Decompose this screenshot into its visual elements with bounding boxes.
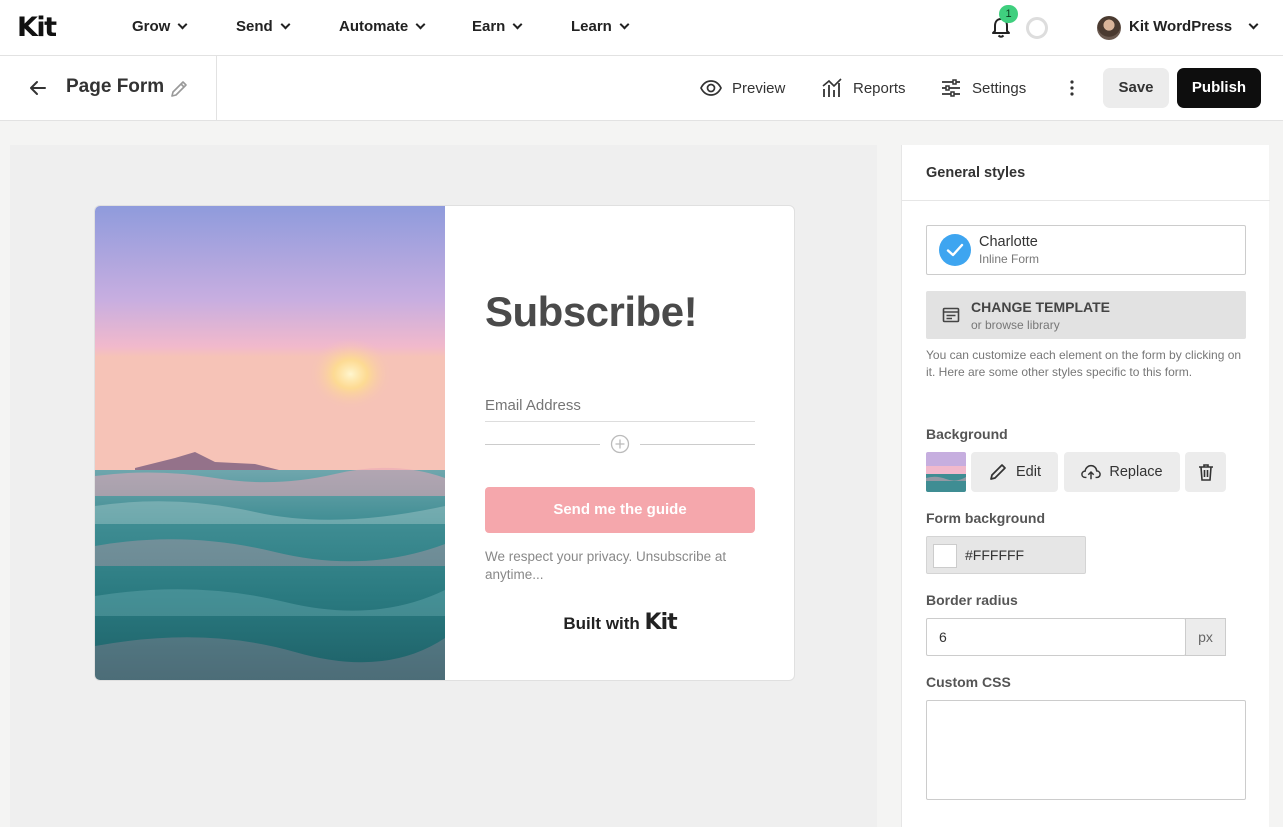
edit-background-button[interactable]: Edit: [971, 452, 1058, 492]
template-type: Inline Form: [979, 252, 1040, 266]
preview-button[interactable]: Preview: [700, 77, 785, 99]
settings-button[interactable]: Settings: [940, 77, 1026, 99]
background-label: Background: [926, 426, 1008, 442]
nav-earn[interactable]: Earn: [472, 18, 523, 35]
chart-icon: [822, 78, 842, 97]
privacy-text[interactable]: We respect your privacy. Unsubscribe at …: [485, 548, 755, 584]
template-name: Charlotte: [979, 234, 1038, 250]
built-with-text: Built with: [563, 614, 640, 633]
subscribe-button[interactable]: Send me the guide: [485, 487, 755, 533]
nav-learn-label: Learn: [571, 18, 612, 35]
arrow-left-icon[interactable]: [28, 78, 48, 98]
color-swatch[interactable]: [933, 544, 957, 568]
kit-logo[interactable]: Kit: [17, 12, 57, 43]
divider: [640, 444, 755, 445]
template-icon: [942, 307, 960, 323]
chevron-down-icon: [177, 19, 188, 30]
divider: [902, 200, 1270, 201]
status-ring-icon: [1026, 17, 1048, 39]
styles-panel: General styles Charlotte Inline Form CHA…: [901, 145, 1270, 827]
form-background-color-field[interactable]: #FFFFFF: [926, 536, 1086, 574]
form-canvas: Subscribe! Send me the guide We respect …: [10, 145, 877, 827]
reports-label: Reports: [853, 79, 906, 97]
custom-css-label: Custom CSS: [926, 674, 1011, 690]
help-text: You can customize each element on the fo…: [926, 348, 1242, 379]
kit-logo-small: Kit: [644, 610, 678, 635]
form-preview[interactable]: Subscribe! Send me the guide We respect …: [94, 205, 795, 681]
sliders-icon: [942, 79, 960, 97]
nav-learn[interactable]: Learn: [571, 18, 630, 35]
form-background-label: Form background: [926, 510, 1046, 526]
eye-icon: [700, 80, 722, 96]
email-field[interactable]: [485, 386, 755, 422]
color-value[interactable]: #FFFFFF: [965, 547, 1024, 563]
chevron-down-icon: [280, 19, 291, 30]
account-name: Kit WordPress: [1129, 18, 1233, 35]
border-radius-input[interactable]: 6: [926, 618, 1186, 656]
avatar[interactable]: [1097, 16, 1121, 40]
form-content: Subscribe! Send me the guide We respect …: [445, 206, 794, 680]
form-headline[interactable]: Subscribe!: [485, 288, 698, 336]
check-icon: [939, 234, 971, 266]
nav-grow[interactable]: Grow: [132, 18, 188, 35]
pencil-icon[interactable]: [169, 79, 189, 99]
pencil-icon: [990, 464, 1006, 480]
page-title: Page Form: [66, 76, 165, 97]
replace-label: Replace: [1109, 464, 1163, 480]
change-template-button[interactable]: CHANGE TEMPLATE or browse library: [926, 291, 1246, 339]
save-button[interactable]: Save: [1103, 68, 1169, 108]
form-background-image[interactable]: [95, 206, 445, 681]
reports-button[interactable]: Reports: [821, 77, 906, 99]
nav-send-label: Send: [236, 18, 273, 35]
chevron-down-icon: [512, 19, 523, 30]
chevron-down-icon: [1248, 19, 1259, 30]
chevron-down-icon: [415, 19, 426, 30]
change-template-label: CHANGE TEMPLATE: [971, 299, 1110, 315]
notification-badge: 1: [999, 5, 1018, 23]
change-template-sub: or browse library: [971, 318, 1060, 332]
custom-css-textarea[interactable]: [926, 700, 1246, 800]
panel-title: General styles: [926, 165, 1026, 181]
delete-background-button[interactable]: [1185, 452, 1226, 492]
built-with-badge[interactable]: Built with Kit: [485, 610, 755, 635]
border-radius-unit: px: [1185, 618, 1226, 656]
divider: [485, 444, 600, 445]
title-area: Page Form: [0, 56, 217, 120]
edit-label: Edit: [1016, 464, 1041, 480]
publish-button[interactable]: Publish: [1177, 68, 1261, 108]
border-radius-label: Border radius: [926, 592, 1018, 608]
nav-automate-label: Automate: [339, 18, 409, 35]
nav-earn-label: Earn: [472, 18, 506, 35]
replace-background-button[interactable]: Replace: [1064, 452, 1180, 492]
nav-automate[interactable]: Automate: [339, 18, 426, 35]
nav-grow-label: Grow: [132, 18, 171, 35]
background-thumbnail[interactable]: [926, 452, 966, 492]
template-card[interactable]: Charlotte Inline Form: [926, 225, 1246, 275]
nav-send[interactable]: Send: [236, 18, 291, 35]
editor-toolbar: Page Form Preview Reports Settings Save …: [0, 56, 1283, 121]
trash-icon: [1198, 464, 1213, 481]
top-navigation: Kit Grow Send Automate Earn Learn 1 Kit …: [0, 0, 1283, 56]
more-options-icon[interactable]: [1062, 78, 1082, 98]
account-menu[interactable]: Kit WordPress: [1129, 18, 1259, 35]
add-field-icon[interactable]: [610, 434, 630, 454]
chevron-down-icon: [619, 19, 630, 30]
settings-label: Settings: [972, 79, 1027, 97]
cloud-upload-icon: [1081, 464, 1102, 480]
preview-label: Preview: [732, 79, 786, 97]
